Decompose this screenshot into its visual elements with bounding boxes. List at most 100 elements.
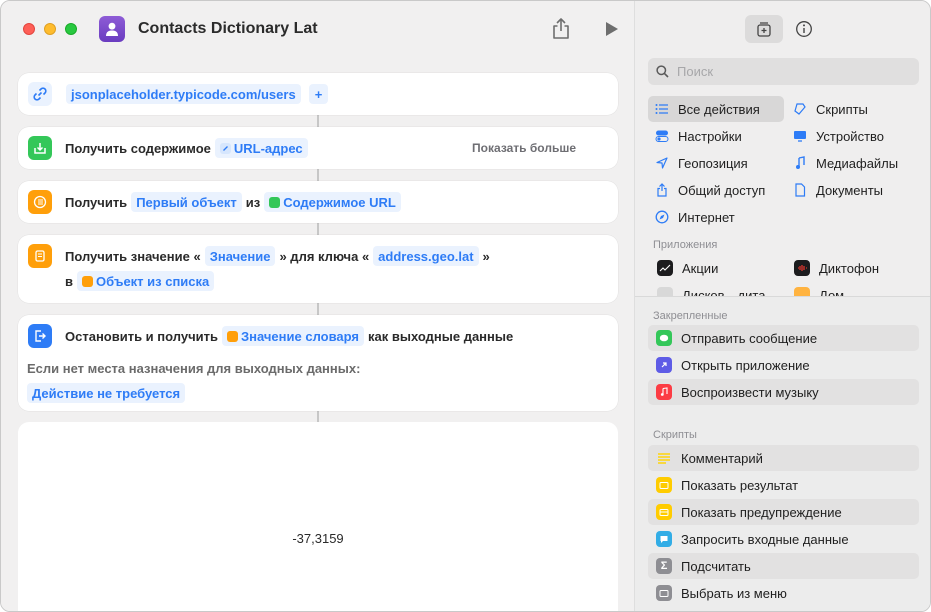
app-item-voice-memos[interactable]: Диктофон (794, 260, 879, 276)
pinned-item-open-app[interactable]: Открыть приложение (648, 352, 919, 378)
download-icon (269, 196, 281, 208)
category-label: Скрипты (816, 101, 868, 117)
search-icon (656, 65, 669, 78)
comment-icon (656, 450, 672, 466)
app-item-stocks[interactable]: Акции (657, 260, 718, 276)
link-icon (28, 82, 52, 106)
library-add-icon[interactable] (745, 15, 783, 43)
url-token[interactable]: jsonplaceholder.typicode.com/users (66, 84, 301, 104)
info-icon[interactable] (785, 15, 823, 43)
category-location[interactable]: Геопозиция (654, 150, 748, 176)
get-item-action-card[interactable]: Получить Первый объект из Содержимое URL (18, 181, 618, 223)
shortcuts-window: Contacts Dictionary Lat jsonplaceholder.… (0, 0, 931, 612)
search-placeholder: Поиск (677, 64, 714, 79)
action-library-pane: Поиск Все действия Скрипты Настройки Уст… (634, 1, 930, 611)
scripts-icon (792, 101, 808, 117)
show-more-button[interactable]: Показать больше (472, 141, 576, 155)
url-variable-token[interactable]: URL-адрес (214, 138, 308, 158)
location-icon (654, 155, 670, 171)
no-action-token[interactable]: Действие не требуется (27, 383, 186, 403)
get-contents-action-card[interactable]: Получить содержимое URL-адрес Показать б… (18, 127, 618, 169)
script-item-calculate[interactable]: Σ Подсчитать (648, 553, 919, 579)
home-icon (794, 287, 810, 296)
in-label: в (65, 273, 73, 289)
play-icon[interactable] (604, 20, 620, 38)
script-item-show-alert[interactable]: Показать предупреждение (648, 499, 919, 525)
dictionary-icon (28, 244, 52, 268)
script-item-choose-menu[interactable]: Выбрать из меню (648, 580, 919, 606)
get-value-label: Получить значение « (65, 248, 201, 264)
dictionary-icon (226, 330, 238, 342)
add-url-button[interactable]: + (308, 84, 329, 104)
link-icon (219, 142, 231, 154)
app-label: Дисков…дита (682, 287, 766, 297)
category-device[interactable]: Устройство (792, 123, 884, 149)
stocks-icon (657, 260, 673, 276)
category-label: Общий доступ (678, 182, 766, 198)
action-connector (317, 115, 319, 127)
category-internet[interactable]: Интернет (654, 204, 735, 230)
url-contents-label: Содержимое URL (283, 194, 396, 210)
messages-icon (656, 330, 672, 346)
category-label: Геопозиция (678, 155, 748, 171)
menu-icon (656, 585, 672, 601)
pinned-label: Отправить сообщение (681, 330, 818, 346)
scripts-section-header: Скрипты (653, 429, 697, 441)
get-contents-label: Получить содержимое (65, 140, 211, 156)
script-label: Выбрать из меню (681, 585, 787, 601)
app-item-home[interactable]: Дом (794, 287, 844, 296)
share-icon[interactable] (550, 17, 572, 41)
suggestions-panel: Закрепленные Отправить сообщение Открыть… (635, 297, 930, 611)
category-label: Интернет (678, 209, 735, 225)
pinned-label: Открыть приложение (681, 357, 810, 373)
action-connector (317, 169, 319, 181)
category-label: Все действия (678, 101, 760, 117)
script-label: Запросить входные данные (681, 531, 849, 547)
key-token[interactable]: address.geo.lat (373, 246, 479, 266)
url-contents-token[interactable]: Содержимое URL (264, 192, 401, 212)
get-dictionary-value-action-card[interactable]: Получить значение « Значение » для ключа… (18, 235, 618, 303)
url-action-card[interactable]: jsonplaceholder.typicode.com/users + (18, 73, 618, 115)
sigma-icon: Σ (656, 558, 672, 574)
pinned-item-play-music[interactable]: Воспроизвести музыку (648, 379, 919, 405)
download-icon (28, 136, 52, 160)
close-window-button[interactable] (23, 23, 35, 35)
title-bar: Contacts Dictionary Lat (1, 1, 634, 57)
result-value: -37,3159 (292, 531, 344, 546)
editor-pane: Contacts Dictionary Lat jsonplaceholder.… (1, 1, 634, 611)
value-token[interactable]: Значение (204, 246, 276, 266)
script-item-comment[interactable]: Комментарий (648, 445, 919, 471)
alert-icon (656, 504, 672, 520)
dictionary-value-token[interactable]: Значение словаря (221, 326, 365, 346)
category-all-actions[interactable]: Все действия (648, 96, 784, 122)
stop-output-label: Остановить и получить (65, 328, 218, 344)
script-label: Комментарий (681, 450, 763, 466)
shortcut-person-icon[interactable] (99, 16, 125, 42)
item-from-list-token[interactable]: Объект из списка (77, 271, 215, 291)
minimize-window-button[interactable] (44, 23, 56, 35)
app-label: Диктофон (819, 260, 880, 276)
category-documents[interactable]: Документы (792, 177, 883, 203)
category-label: Устройство (816, 128, 885, 144)
category-media[interactable]: Медиафайлы (792, 150, 898, 176)
music-note-icon (792, 155, 808, 171)
search-field[interactable]: Поиск (648, 58, 919, 85)
category-settings[interactable]: Настройки (654, 123, 742, 149)
stop-output-action-card[interactable]: Остановить и получить Значение словаря к… (18, 315, 618, 411)
script-item-show-result[interactable]: Показать результат (648, 472, 919, 498)
app-item-disk-utility[interactable]: Дисков…дита (657, 287, 765, 296)
first-item-token[interactable]: Первый объект (131, 192, 242, 212)
shortcut-title[interactable]: Contacts Dictionary Lat (138, 20, 318, 38)
exit-icon (28, 324, 52, 348)
category-sharing[interactable]: Общий доступ (654, 177, 765, 203)
category-label: Медиафайлы (816, 155, 899, 171)
script-item-ask-input[interactable]: Запросить входные данные (648, 526, 919, 552)
compass-icon (654, 209, 670, 225)
pinned-item-send-message[interactable]: Отправить сообщение (648, 325, 919, 351)
category-label: Настройки (678, 128, 742, 144)
action-connector (317, 411, 319, 422)
zoom-window-button[interactable] (65, 23, 77, 35)
category-scripts[interactable]: Скрипты (792, 96, 868, 122)
item-from-list-label: Объект из списка (96, 273, 210, 289)
open-app-icon (656, 357, 672, 373)
